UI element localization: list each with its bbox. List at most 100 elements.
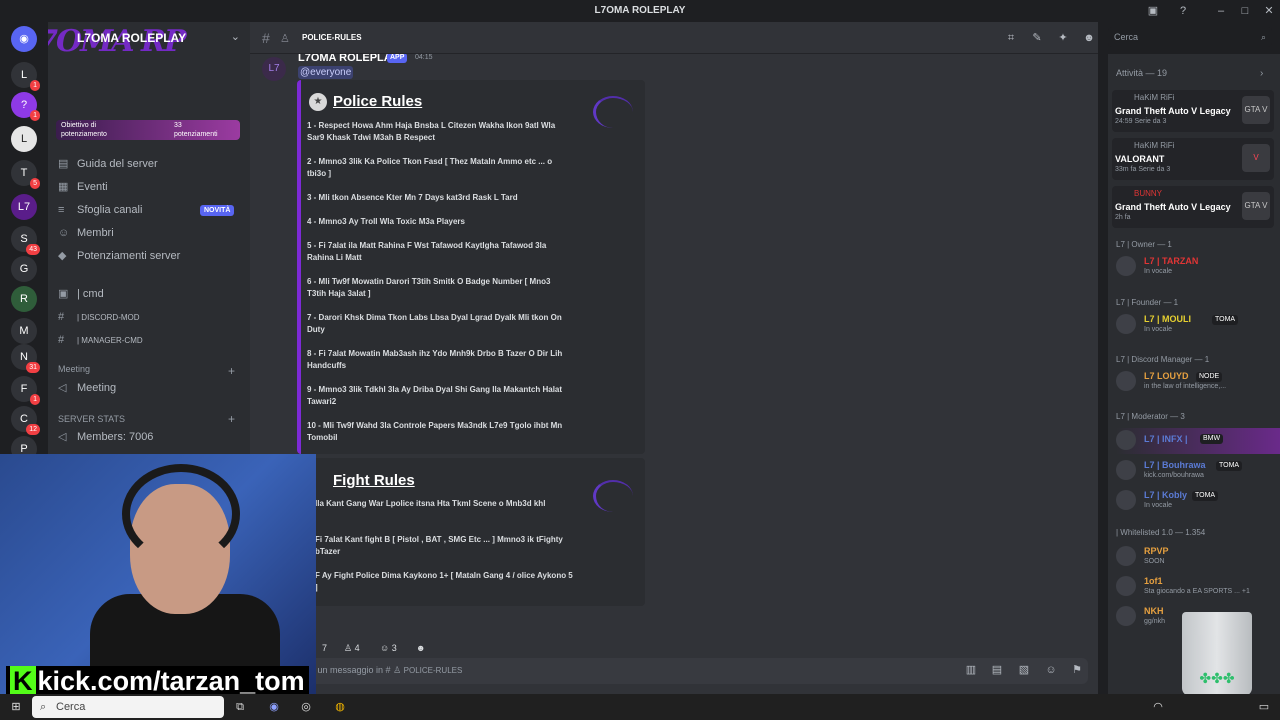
pin-icon[interactable]: ✦ (1056, 31, 1070, 45)
server-tag: TOMA (1192, 491, 1219, 501)
notifications-icon[interactable]: ▭ (1256, 699, 1272, 715)
windows-start-icon[interactable]: ⊞ (8, 699, 24, 715)
unread-badge: 12 (26, 424, 40, 435)
composer-placeholder: Invia un messaggio in # ♙ POLICE-RULES (296, 665, 463, 675)
member-row[interactable]: L7 | Kobly TOMA In vocale (1116, 488, 1280, 514)
member-row[interactable]: RPVP SOON (1116, 544, 1280, 570)
activity-game: Grand Theft Auto V Legacy (1115, 106, 1231, 116)
add-channel-icon[interactable]: + (228, 364, 235, 378)
discord-taskbar-icon[interactable]: ◉ (266, 699, 282, 715)
nav-events[interactable]: ▦ Eventi (48, 177, 250, 198)
close-button[interactable]: ✕ (1262, 4, 1276, 18)
server-header[interactable]: L7OMA RP L7OMA ROLEPLAY ⌄ (48, 22, 250, 59)
embed-title: Fight Rules (333, 472, 415, 489)
category-meeting[interactable]: Meeting (58, 364, 90, 374)
server-icon[interactable]: M (11, 318, 37, 344)
member-row[interactable]: L7 | TARZAN In vocale (1116, 254, 1280, 280)
activity-card[interactable]: BUNNY Grand Theft Auto V Legacy 2h fa GT… (1112, 186, 1274, 228)
unread-badge: 31 (26, 362, 40, 373)
reaction-button[interactable]: ♙ 4 (340, 640, 364, 656)
channel-manager-cmd[interactable]: # | MANAGER-CMD (48, 330, 250, 351)
server-icon[interactable]: C 12 (11, 406, 40, 435)
server-icon[interactable]: L1 (11, 62, 40, 91)
nav-server-guide[interactable]: ▤ Guida del server (48, 154, 250, 175)
obs-icon[interactable]: ◎ (298, 699, 314, 715)
activity-card[interactable]: HaKiM RiFi Grand Theft Auto V Legacy 24:… (1112, 90, 1274, 132)
search-input[interactable]: Cerca ⌕ (1108, 27, 1272, 47)
server-icon[interactable]: T5 (11, 160, 40, 189)
chevron-right-icon[interactable]: › (1260, 68, 1263, 79)
browse-icon: ≡ (58, 204, 65, 216)
embed-title: Police Rules (333, 93, 423, 110)
server-icon[interactable]: R (11, 286, 37, 312)
server-tag: NODE (1196, 372, 1223, 382)
activity-card[interactable]: HaKiM RiFi VALORANT 33m fa Serie da 3 V (1112, 138, 1274, 180)
reaction-button[interactable]: ☺ 3 (376, 640, 401, 656)
message-composer[interactable]: Invia un messaggio in # ♙ POLICE-RULES ▥… (260, 658, 1088, 684)
task-view-icon[interactable]: ⧉ (232, 699, 248, 715)
reaction-button[interactable]: 7 (318, 640, 331, 656)
category-server-stats[interactable]: SERVER STATS (58, 414, 125, 424)
boost-goal-bar[interactable]: Obiettivo di potenziamento 33 potenziame… (56, 120, 240, 140)
chrome-icon[interactable]: ◍ (332, 699, 348, 715)
channel-cmd[interactable]: ▣ | cmd (48, 284, 250, 305)
add-reaction-icon[interactable]: ☻ (412, 640, 429, 656)
taskbar: ⊞ ⌕ Cerca ⧉ ◉ ◎ ◍ ◠ ▭ (0, 694, 1280, 720)
member-status: gg/nkh (1144, 618, 1166, 625)
member-name: L7 | TARZAN (1144, 256, 1199, 266)
server-icon[interactable]: F1 (11, 376, 40, 405)
author-avatar[interactable]: L7 (262, 57, 286, 81)
role-header: L7 | Founder — 1 (1116, 298, 1179, 307)
wifi-icon[interactable]: ◠ (1150, 699, 1166, 715)
threads-icon[interactable]: ⌗ (1004, 31, 1018, 45)
everyone-mention[interactable]: @everyone (298, 66, 354, 79)
server-icon[interactable]: ? 1 (11, 92, 40, 121)
add-channel-icon[interactable]: + (228, 412, 235, 426)
moon-logo-icon (593, 480, 633, 512)
rule-text: 7 - Darori Khsk Dima Tkon Labs Lbsa Dyal… (307, 313, 562, 334)
moon-logo-icon (593, 96, 633, 128)
server-icon[interactable]: N 31 (11, 344, 40, 373)
channel-discord-mod[interactable]: # | DISCORD-MOD (48, 307, 250, 328)
member-row[interactable]: L7 | MOULI TOMA In vocale (1116, 312, 1280, 338)
server-tag: TOMA (1212, 315, 1239, 325)
chevron-down-icon[interactable]: ⌄ (231, 30, 240, 43)
channel-label: | MANAGER-CMD (77, 336, 143, 345)
channel-meeting[interactable]: ◁ Meeting (48, 378, 250, 399)
gift-icon[interactable]: ▥ (964, 663, 978, 677)
nav-server-boosts[interactable]: ◆ Potenziamenti server (48, 246, 250, 267)
kick-logo: K (10, 666, 36, 696)
member-name: L7 | Kobly (1144, 490, 1188, 500)
server-icon[interactable]: G (11, 256, 37, 282)
server-icon[interactable]: L (11, 126, 37, 152)
boost-icon: ◆ (58, 250, 67, 262)
channel-members-stat[interactable]: ◁ Members: 7006 (48, 427, 250, 448)
activities-icon[interactable]: ⚑ (1070, 663, 1084, 677)
member-list-panel: Attività — 19 › HaKiM RiFi Grand Theft A… (1108, 54, 1280, 694)
minimize-button[interactable]: – (1214, 4, 1228, 18)
member-row[interactable]: 1of1 Sta giocando a EA SPORTS ... +1 (1116, 574, 1280, 600)
unread-badge: 1 (30, 110, 40, 121)
sticker-icon[interactable]: ▧ (1017, 663, 1031, 677)
nav-browse-channels[interactable]: ≡ Sfoglia canali NOVITÀ (48, 200, 250, 221)
member-row[interactable]: L7 | Bouhrawa TOMA kick.com/bouhrawa (1116, 458, 1280, 484)
taskbar-search[interactable]: ⌕ Cerca (32, 696, 224, 718)
discord-home-icon[interactable]: ◉ (11, 26, 37, 52)
member-row[interactable]: L7 LOUYD NODE in the law of intelligence,.… (1116, 369, 1280, 395)
member-row[interactable]: L7 | INFX | BMW (1116, 428, 1280, 454)
notification-bell-icon[interactable]: ✎ (1030, 31, 1044, 45)
server-icon[interactable]: L7 (11, 194, 37, 220)
server-icon[interactable]: S 43 (11, 226, 40, 255)
message-author[interactable]: L7OMA ROLEPLAY (298, 54, 398, 64)
message-time: 04:15 (415, 54, 433, 61)
member-list-icon[interactable]: ☻ (1082, 31, 1096, 45)
inbox-icon[interactable]: ▣ (1146, 4, 1160, 18)
maximize-button[interactable]: □ (1238, 4, 1252, 18)
help-icon[interactable]: ? (1176, 4, 1190, 18)
member-status: in the law of intelligence,... (1144, 383, 1227, 390)
rule-text: 8 - Fi 7alat Mowatin Mab3ash ihz Ydo Mnh… (307, 349, 563, 370)
member-name: RPVP (1144, 546, 1169, 556)
emoji-icon[interactable]: ☺ (1044, 663, 1058, 677)
nav-members[interactable]: ☺ Membri (48, 223, 250, 244)
gif-icon[interactable]: ▤ (990, 663, 1004, 677)
